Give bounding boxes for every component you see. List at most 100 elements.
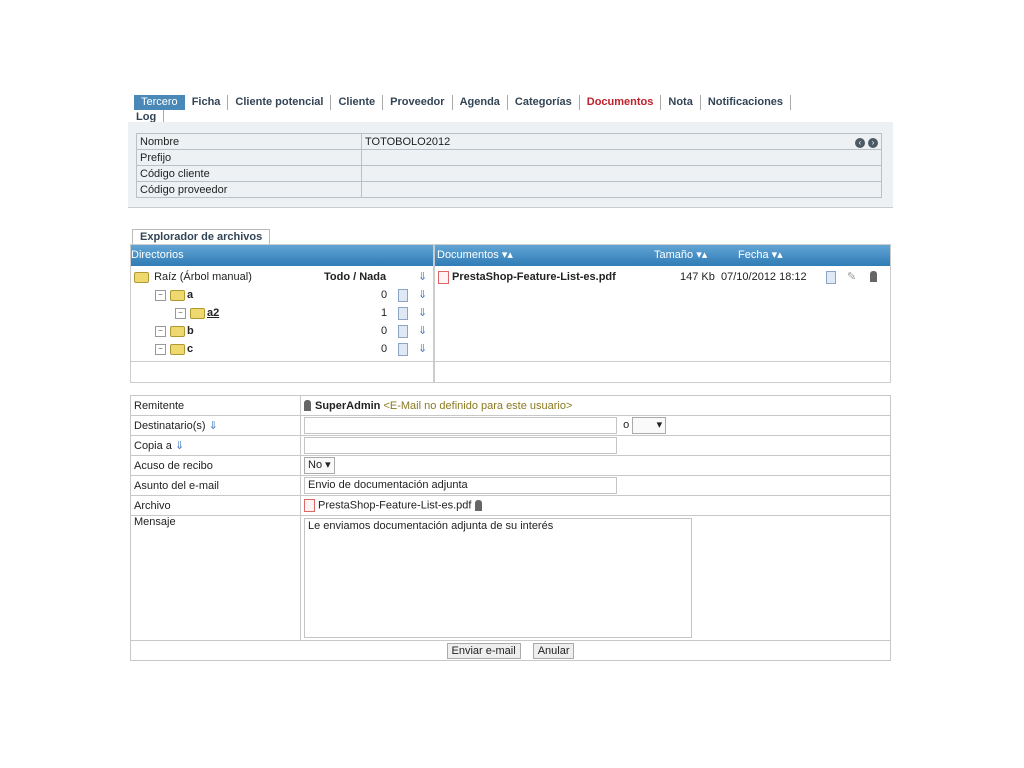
header-label: Tamaño <box>654 249 694 261</box>
tab-nota[interactable]: Nota <box>661 95 701 110</box>
help-icon[interactable]: ⇓ <box>209 420 218 432</box>
file-size: 147 Kb <box>680 271 715 283</box>
collapse-icon[interactable]: − <box>155 325 166 337</box>
receipt-value: No <box>308 459 323 471</box>
directories-header: Directorios <box>131 245 433 266</box>
document-icon[interactable] <box>398 325 408 338</box>
collapse-icon[interactable]: − <box>175 307 186 319</box>
folder-icon <box>170 343 185 355</box>
pdf-icon <box>304 499 315 512</box>
help-icon[interactable]: ⇓ <box>175 440 184 452</box>
dir-name: a <box>187 289 194 301</box>
dir-count: 0 <box>381 325 388 337</box>
sender-email: <E-Mail no definido para este usuario> <box>383 399 573 412</box>
sender-name: SuperAdmin <box>315 399 381 412</box>
document-icon[interactable] <box>398 289 408 302</box>
dir-name: b <box>187 325 194 337</box>
remove-attachment-icon[interactable] <box>474 500 482 511</box>
tab-agenda[interactable]: Agenda <box>453 95 508 110</box>
document-icon[interactable] <box>398 343 408 356</box>
dir-count: 1 <box>381 307 388 319</box>
sort-documents[interactable]: Documentos ▾▴ <box>437 245 513 266</box>
dir-row[interactable]: − c 0 ⇓ <box>155 340 430 358</box>
folder-icon <box>170 325 185 337</box>
user-icon <box>304 400 311 412</box>
dir-row[interactable]: − a2 1 ⇓ <box>175 304 430 322</box>
edit-icon[interactable]: ✎ <box>847 268 856 286</box>
download-icon[interactable]: ⇓ <box>418 304 427 322</box>
label-acuso: Acuso de recibo <box>130 455 301 476</box>
file-link[interactable]: PrestaShop-Feature-List-es.pdf <box>452 271 616 283</box>
download-icon[interactable]: ⇓ <box>418 322 427 340</box>
panel-footer <box>435 361 890 362</box>
value-prefijo <box>361 149 882 166</box>
root-dir-name: Raíz (Árbol manual) <box>154 271 252 283</box>
file-explorer-tab[interactable]: Explorador de archivos <box>132 229 271 244</box>
label-copia: Copia a <box>134 440 172 452</box>
label-destinatarios: Destinatario(s) <box>134 420 206 432</box>
header-label: Documentos <box>437 249 499 261</box>
download-icon[interactable]: ⇓ <box>418 340 427 358</box>
tab-notificaciones[interactable]: Notificaciones <box>701 95 792 110</box>
pdf-icon <box>438 270 449 284</box>
header-label: Fecha <box>738 249 769 261</box>
value-codigo-proveedor <box>361 181 882 198</box>
todo-nada-toggle[interactable]: Todo / Nada <box>324 268 386 286</box>
tab-categorias[interactable]: Categorías <box>508 95 580 110</box>
document-icon[interactable] <box>398 307 408 320</box>
preview-icon[interactable] <box>826 271 836 284</box>
folder-icon <box>134 271 149 283</box>
attachment-name: PrestaShop-Feature-List-es.pdf <box>318 499 472 512</box>
label-codigo-cliente: Código cliente <box>136 165 362 182</box>
label-nombre: Nombre <box>136 133 362 150</box>
root-dir-row[interactable]: Raíz (Árbol manual) Todo / Nada ⇓ <box>134 268 430 286</box>
tab-proveedor[interactable]: Proveedor <box>383 95 453 110</box>
subject-input[interactable]: Envio de documentación adjunta <box>304 477 617 494</box>
file-date: 07/10/2012 18:12 <box>721 271 807 283</box>
tab-bar: Tercero Ficha Cliente potencial Cliente Prov… <box>134 95 864 125</box>
thirdparty-info-table: Nombre TOTOBOLO2012 ‹ › Prefijo Código clie… <box>136 133 882 198</box>
folder-icon <box>170 289 185 301</box>
message-textarea[interactable]: Le enviamos documentación adjunta de su … <box>304 518 692 638</box>
documents-panel: Documentos ▾▴ Tamaño ▾▴ Fecha ▾▴ PrestaS… <box>434 244 891 383</box>
folder-icon <box>190 307 205 319</box>
value-nombre: TOTOBOLO2012 <box>365 135 451 148</box>
delete-icon[interactable] <box>870 271 877 282</box>
tab-cliente[interactable]: Cliente <box>331 95 384 110</box>
file-row: PrestaShop-Feature-List-es.pdf 147 Kb 07… <box>438 268 888 286</box>
tab-documentos[interactable]: Documentos <box>580 95 662 110</box>
download-icon[interactable]: ⇓ <box>418 268 427 286</box>
sort-size[interactable]: Tamaño ▾▴ <box>654 245 707 266</box>
recipients-input[interactable] <box>304 417 617 434</box>
tab-tercero[interactable]: Tercero <box>134 95 185 110</box>
dir-count: 0 <box>381 289 388 301</box>
sort-date[interactable]: Fecha ▾▴ <box>738 245 783 266</box>
cancel-button[interactable]: Anular <box>532 642 575 659</box>
label-codigo-proveedor: Código proveedor <box>136 181 362 198</box>
dir-row[interactable]: − a 0 ⇓ <box>155 286 430 304</box>
label-asunto: Asunto del e-mail <box>130 475 301 496</box>
tab-ficha[interactable]: Ficha <box>185 95 229 110</box>
dir-row[interactable]: − b 0 ⇓ <box>155 322 430 340</box>
next-icon[interactable]: › <box>868 137 878 148</box>
download-icon[interactable]: ⇓ <box>418 286 427 304</box>
cc-input[interactable] <box>304 437 617 454</box>
receipt-select[interactable]: No ▾ <box>304 457 335 474</box>
collapse-icon[interactable]: − <box>155 289 166 301</box>
dir-name: c <box>187 343 194 355</box>
collapse-icon[interactable]: − <box>155 343 166 355</box>
value-codigo-cliente <box>361 165 882 182</box>
dir-name: a2 <box>207 307 220 319</box>
tab-cliente-potencial[interactable]: Cliente potencial <box>228 95 332 110</box>
label-archivo: Archivo <box>130 495 301 516</box>
dir-count: 0 <box>381 343 388 355</box>
previous-icon[interactable]: ‹ <box>855 137 865 148</box>
directories-panel: Directorios Raíz (Árbol manual) Todo / N… <box>130 244 434 383</box>
panel-footer <box>131 361 433 362</box>
label-prefijo: Prefijo <box>136 149 362 166</box>
email-form: Remitente SuperAdmin <E-Mail no definido … <box>130 395 891 661</box>
recipients-select[interactable]: ▾ <box>632 417 667 434</box>
label-mensaje: Mensaje <box>130 515 301 641</box>
documents-header: Documentos ▾▴ Tamaño ▾▴ Fecha ▾▴ <box>435 245 890 266</box>
send-email-button[interactable]: Enviar e-mail <box>446 642 521 659</box>
